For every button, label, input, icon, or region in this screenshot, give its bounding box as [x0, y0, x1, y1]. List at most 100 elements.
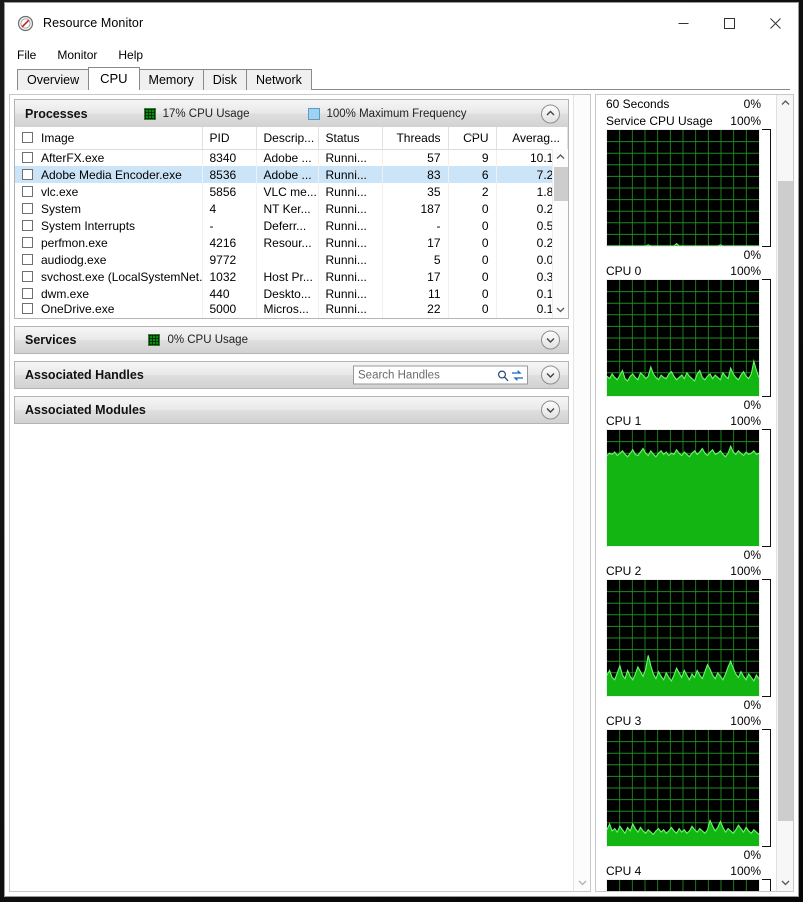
- processes-table-scrollbar[interactable]: [552, 149, 568, 318]
- tab-network[interactable]: Network: [246, 69, 312, 90]
- column-header-image[interactable]: Image: [15, 127, 203, 150]
- row-checkbox[interactable]: [22, 202, 33, 214]
- column-header-description[interactable]: Descrip...: [256, 127, 319, 150]
- detail-pane-scrollbar[interactable]: [573, 95, 590, 891]
- graph-footer: 0%: [598, 697, 774, 712]
- graph-container: Service CPU Usage 100% 0% CPU 0 100% 0% CPU 11…: [598, 112, 774, 891]
- row-checkbox[interactable]: [22, 287, 33, 299]
- green-swatch-icon: [148, 334, 161, 346]
- processes-section-header[interactable]: Processes 17% CPU Usage 100% Maximum Fre…: [14, 99, 569, 127]
- row-checkbox[interactable]: [22, 236, 33, 248]
- processes-max-frequency-label: 100% Maximum Frequency: [326, 107, 467, 120]
- cell-description: Adobe ...: [256, 149, 319, 166]
- graph-svg: [606, 879, 760, 891]
- cell-image: Adobe Media Encoder.exe: [15, 166, 203, 183]
- graph-footer: 0%: [598, 547, 774, 562]
- graph-max-label: 100%: [730, 113, 761, 128]
- cell-status: Runni...: [318, 200, 383, 217]
- graph-pane-scrollbar[interactable]: [776, 95, 793, 891]
- row-checkbox[interactable]: [22, 168, 33, 180]
- processes-collapse-button[interactable]: [541, 104, 560, 123]
- associated-handles-section-header[interactable]: Associated Handles: [14, 361, 569, 389]
- table-row[interactable]: OneDrive.exe 5000 Micros... Runni... 22 0 0.12: [15, 302, 568, 318]
- scroll-down-icon[interactable]: [553, 302, 569, 318]
- select-all-checkbox[interactable]: [22, 131, 33, 143]
- column-header-average-cpu[interactable]: Averag...: [496, 127, 568, 150]
- associated-modules-expand-button[interactable]: [541, 400, 560, 420]
- scrollbar-thumb[interactable]: [553, 167, 568, 201]
- cell-threads: 187: [382, 200, 449, 217]
- services-expand-button[interactable]: [541, 330, 560, 350]
- graph-header: Service CPU Usage 100%: [598, 112, 774, 129]
- cell-status: Runni...: [318, 166, 383, 183]
- detail-scroll-down-icon[interactable]: [574, 875, 590, 891]
- refresh-search-icon[interactable]: [510, 369, 525, 381]
- scroll-up-icon[interactable]: [553, 149, 569, 165]
- row-checkbox[interactable]: [22, 253, 33, 265]
- graph-min-label: 0%: [743, 397, 761, 412]
- associated-modules-title: Associated Modules: [25, 403, 146, 417]
- graph-svg: [606, 129, 760, 247]
- row-checkbox[interactable]: [22, 303, 33, 314]
- cell-description: Resour...: [256, 234, 319, 251]
- menu-file[interactable]: File: [17, 46, 46, 64]
- graph-bracket-top: [762, 429, 771, 488]
- graph-bracket-top: [762, 729, 771, 788]
- processes-cpu-usage-legend: 17% CPU Usage: [143, 107, 250, 120]
- search-handles-input[interactable]: [358, 369, 495, 381]
- tab-cpu[interactable]: CPU: [88, 67, 140, 91]
- graph-plot-area: [606, 279, 771, 397]
- graph-footer: 0%: [598, 847, 774, 862]
- graph-title: CPU 1: [606, 413, 642, 428]
- processes-title: Processes: [25, 106, 88, 121]
- menu-monitor[interactable]: Monitor: [57, 46, 107, 64]
- tab-memory[interactable]: Memory: [138, 69, 204, 90]
- scrollbar-track[interactable]: [553, 165, 569, 302]
- graph-scrollbar-thumb[interactable]: [777, 181, 793, 821]
- column-header-cpu[interactable]: CPU: [448, 127, 497, 150]
- row-checkbox[interactable]: [22, 185, 33, 197]
- associated-modules-section-header[interactable]: Associated Modules: [14, 396, 569, 424]
- minimize-button[interactable]: [660, 3, 706, 43]
- table-row[interactable]: Adobe Media Encoder.exe 8536 Adobe ... Runn…: [15, 166, 568, 183]
- sort-descending-icon: [468, 127, 477, 138]
- graph-scroll-down-icon[interactable]: [777, 875, 793, 891]
- table-row[interactable]: svchost.exe (LocalSystemNet... 1032 Host P…: [15, 268, 568, 285]
- table-row[interactable]: perfmon.exe 4216 Resour... Runni... 17 0 0.28: [15, 234, 568, 251]
- table-row[interactable]: audiodg.exe 9772 Runni... 5 0 0.04: [15, 251, 568, 268]
- cell-pid: 8340: [202, 149, 257, 166]
- column-header-threads[interactable]: Threads: [382, 127, 449, 150]
- graph-svg: [606, 729, 760, 847]
- table-row[interactable]: System 4 NT Ker... Runni... 187 0 0.23: [15, 200, 568, 217]
- maximize-button[interactable]: [706, 3, 752, 43]
- graph-title: CPU 3: [606, 713, 642, 728]
- cell-cpu: 0: [448, 251, 497, 268]
- close-button[interactable]: [752, 3, 798, 43]
- graph-scrollbar-track[interactable]: [776, 111, 793, 875]
- table-row[interactable]: dwm.exe 440 Deskto... Runni... 11 0 0.19: [15, 285, 568, 302]
- cell-status: Runni...: [318, 217, 383, 234]
- column-header-pid[interactable]: PID: [202, 127, 257, 150]
- menu-help[interactable]: Help: [118, 46, 153, 64]
- table-row[interactable]: System Interrupts - Deferr... Runni... -0 0.5…: [15, 217, 568, 234]
- row-checkbox[interactable]: [22, 270, 33, 282]
- tab-overview[interactable]: Overview: [17, 69, 90, 90]
- services-section-header[interactable]: Services 0% CPU Usage: [14, 326, 569, 354]
- green-swatch-icon: [143, 107, 156, 120]
- cell-threads: 35: [382, 183, 449, 200]
- graph-plot-area: [606, 129, 771, 247]
- search-icon[interactable]: [495, 369, 510, 381]
- graph-scroll-up-icon[interactable]: [777, 95, 793, 111]
- associated-handles-expand-button[interactable]: [541, 365, 560, 385]
- search-handles-box[interactable]: [353, 365, 528, 385]
- column-header-status[interactable]: Status: [318, 127, 383, 150]
- table-row[interactable]: vlc.exe 5856 VLC me... Runni... 35 2 1.80: [15, 183, 568, 200]
- resource-monitor-gauge-icon: [17, 15, 34, 32]
- cell-status: Runni...: [318, 251, 383, 268]
- table-row[interactable]: AfterFX.exe 8340 Adobe ... Runni... 57 9 10.13: [15, 149, 568, 166]
- cell-threads: 17: [382, 268, 449, 285]
- tab-disk[interactable]: Disk: [202, 69, 248, 90]
- row-checkbox[interactable]: [22, 219, 33, 231]
- row-checkbox[interactable]: [22, 151, 33, 163]
- graph-bracket-top: [762, 279, 771, 338]
